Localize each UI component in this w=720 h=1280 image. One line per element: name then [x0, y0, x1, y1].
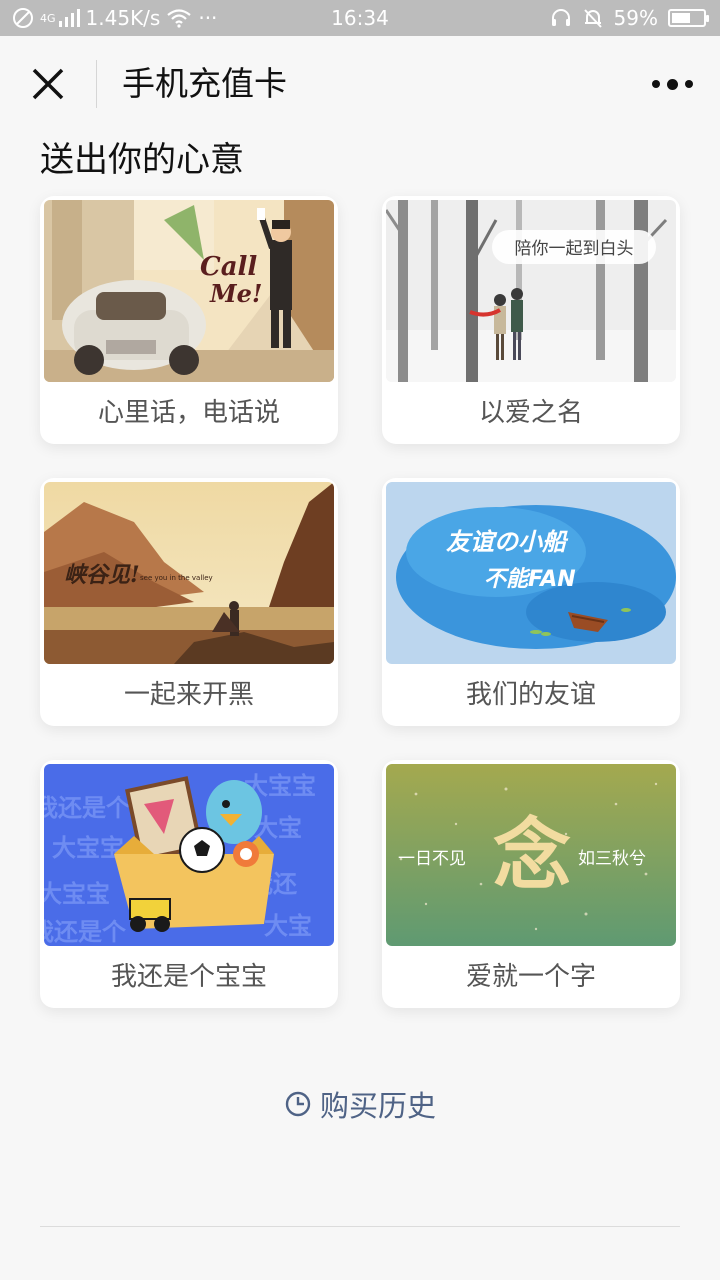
svg-text:Me!: Me! — [209, 279, 262, 308]
purchase-history-link[interactable]: 购买历史 — [0, 1082, 720, 1126]
card-art-text: 陪你一起到白头 — [515, 239, 634, 259]
card-art-text-2: 不能FAN — [484, 566, 576, 592]
card-label: 我们的友谊 — [465, 680, 596, 710]
bottom-divider — [40, 1226, 680, 1227]
card-image: 我还是个 大宝宝 大宝宝 大宝 大宝宝 我还 大宝 我还是个 — [44, 764, 334, 946]
purchase-history-label: 购买历史 — [319, 1089, 436, 1123]
card-play-together[interactable]: 峡谷见! see you in the valley 一起来开黑 — [40, 478, 338, 726]
more-options-button[interactable] — [648, 66, 696, 102]
card-image: 念 一日不见 如三秋兮 — [386, 764, 676, 946]
mute-bell-icon — [583, 9, 602, 28]
card-label: 以爱之名 — [478, 398, 583, 428]
card-image: 友谊の小船 不能FAN — [386, 482, 676, 664]
card-image: Call Me! — [44, 200, 334, 382]
nav-divider — [96, 60, 97, 108]
card-image: 峡谷见! see you in the valley — [44, 482, 334, 664]
page-title: 手机充值卡 — [122, 64, 287, 103]
status-right: 59% — [550, 0, 709, 36]
svg-text:大宝宝: 大宝宝 — [44, 880, 110, 908]
card-in-love[interactable]: 陪你一起到白头 以爱之名 — [382, 196, 680, 444]
card-love-one-word[interactable]: 念 一日不见 如三秋兮 爱就一个字 — [382, 760, 680, 1008]
section-title: 送出你的心意 — [40, 140, 244, 180]
card-still-baby[interactable]: 我还是个 大宝宝 大宝宝 大宝 大宝宝 我还 大宝 我还是个 — [40, 760, 338, 1008]
card-our-friendship[interactable]: 友谊の小船 不能FAN 我们的友谊 — [382, 478, 680, 726]
card-image: 陪你一起到白头 — [386, 200, 676, 382]
card-art-subtext: see you in the valley — [140, 574, 213, 582]
svg-text:我还是个: 我还是个 — [44, 918, 127, 946]
clock-icon — [285, 1091, 311, 1117]
card-label: 我还是个宝宝 — [110, 962, 267, 992]
status-bar: 4G 1.45K/s ··· 16:34 59% — [0, 0, 720, 36]
close-icon — [32, 68, 64, 100]
svg-text:大宝: 大宝 — [264, 912, 312, 940]
more-dot-icon — [666, 78, 678, 90]
card-label: 一起来开黑 — [123, 680, 254, 710]
card-art-text: Call — [200, 252, 257, 282]
close-button[interactable] — [28, 64, 68, 104]
card-art-left-text: 一日不见 — [398, 849, 466, 869]
card-art-text: 峡谷见! — [64, 562, 140, 588]
more-dot-icon — [651, 80, 660, 88]
more-dot-icon — [684, 80, 693, 88]
headset-icon — [551, 9, 570, 26]
card-art-text: 大宝宝 — [52, 834, 124, 862]
card-art-text-2: 我还是个 — [44, 794, 131, 822]
card-label: 爱就一个字 — [465, 962, 596, 992]
battery-level-fill — [672, 13, 690, 23]
nav-bar: 手机充值卡 — [0, 36, 720, 132]
card-art-text: 友谊の小船 — [446, 527, 569, 556]
battery-percent: 59% — [613, 6, 658, 30]
card-label: 心里话，电话说 — [97, 398, 280, 428]
card-art-right-text: 如三秋兮 — [578, 849, 646, 869]
battery-icon — [668, 9, 709, 27]
card-call-me[interactable]: Call Me! 心里话，电话说 — [40, 196, 338, 444]
card-art-text: 念 — [493, 810, 571, 901]
